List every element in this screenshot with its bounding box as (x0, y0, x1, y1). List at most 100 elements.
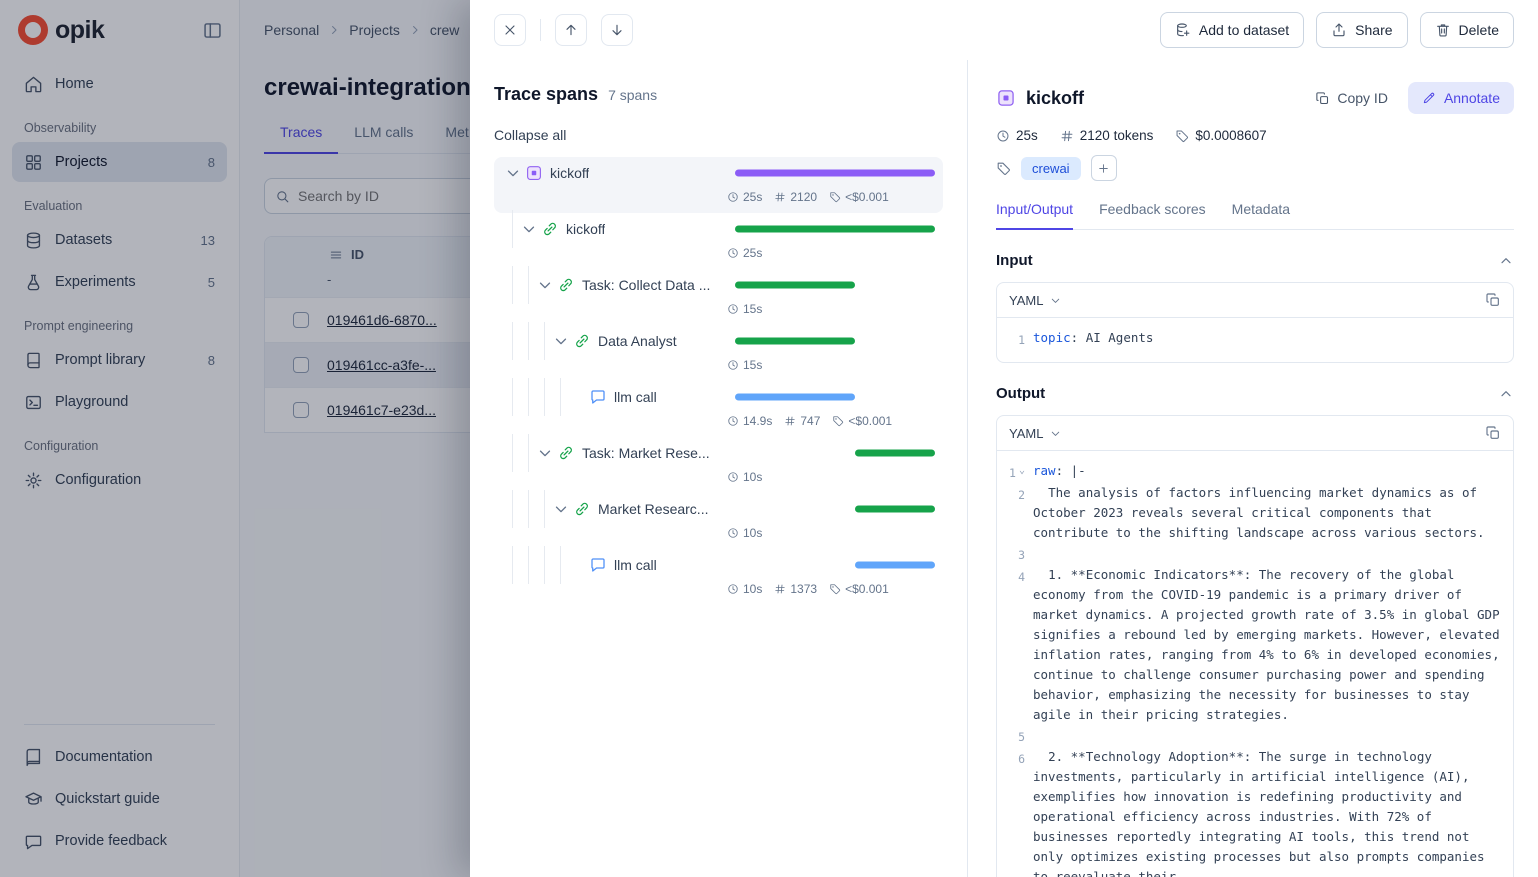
share-button[interactable]: Share (1316, 12, 1407, 48)
span-duration-bar (735, 338, 855, 345)
copy-input-icon[interactable] (1485, 292, 1501, 308)
clock-icon (727, 359, 739, 371)
arrow-up-icon (563, 22, 579, 38)
tag-chip[interactable]: crewai (1021, 157, 1081, 180)
span-label: kickoff (550, 165, 589, 181)
tag-icon (829, 583, 841, 595)
span-stats: 14.9s747<$0.001 (727, 411, 935, 437)
clock-icon (727, 415, 739, 427)
span-row-0[interactable]: kickoff25s2120<$0.001 (494, 157, 943, 213)
collapse-chevron-icon[interactable] (536, 444, 554, 462)
tag-icon (996, 161, 1011, 176)
delete-button[interactable]: Delete (1420, 12, 1514, 48)
tree-indent-guide (504, 276, 520, 294)
input-format-select[interactable]: YAML (1009, 293, 1062, 308)
collapse-chevron-icon[interactable] (504, 164, 522, 182)
fold-icon[interactable]: ⌄ (1019, 463, 1025, 483)
trace-cost: $0.0008607 (1175, 128, 1266, 143)
input-code: 1topic: AI Agents (997, 318, 1513, 362)
collapse-output-icon[interactable] (1498, 386, 1514, 402)
copy-output-icon[interactable] (1485, 425, 1501, 441)
tree-indent-guide (504, 388, 520, 406)
copy-id-label: Copy ID (1337, 90, 1388, 106)
tag-icon (832, 415, 844, 427)
span-row-3[interactable]: Data Analyst 15s (494, 325, 943, 381)
span-stats: 10s1373<$0.001 (727, 579, 935, 605)
span-chain-icon (557, 276, 575, 294)
trace-duration: 25s (996, 128, 1038, 143)
span-duration-track (735, 327, 935, 355)
code-line: 4 1. **Economic Indicators**: The recove… (1001, 565, 1501, 725)
collapse-chevron-icon[interactable] (552, 500, 570, 518)
line-number: 3 (1001, 543, 1033, 565)
span-label: llm call (614, 389, 657, 405)
span-row-left: llm call (504, 388, 723, 406)
code-text: topic: AI Agents (1033, 328, 1501, 350)
output-section-title: Output (996, 385, 1045, 402)
span-row-main: Task: Collect Data ... (504, 271, 935, 299)
span-duration: 10s (727, 582, 762, 596)
span-duration: 15s (727, 358, 762, 372)
collapse-input-icon[interactable] (1498, 253, 1514, 269)
detail-tab-input-output[interactable]: Input/Output (996, 201, 1073, 230)
add-tag-button[interactable] (1091, 155, 1117, 181)
code-line: 5 (1001, 725, 1501, 747)
panel-toolbar-right: Add to dataset Share Delete (1160, 12, 1514, 48)
copy-id-button[interactable]: Copy ID (1315, 90, 1388, 106)
next-trace-button[interactable] (601, 14, 633, 46)
input-format-label: YAML (1009, 293, 1043, 308)
collapse-chevron-icon[interactable] (520, 220, 538, 238)
span-row-left: kickoff (504, 220, 723, 238)
span-detail-title: kickoff (1026, 88, 1305, 109)
tree-indent-guide (536, 332, 552, 350)
close-icon (502, 22, 518, 38)
collapse-chevron-icon[interactable] (552, 332, 570, 350)
close-button[interactable] (494, 14, 526, 46)
detail-tab-metadata[interactable]: Metadata (1232, 201, 1290, 229)
span-tokens: 747 (784, 414, 820, 428)
trace-tokens-value: 2120 tokens (1080, 128, 1154, 143)
span-row-5[interactable]: Task: Market Rese...10s (494, 437, 943, 493)
span-row-1[interactable]: kickoff25s (494, 213, 943, 269)
code-text: The analysis of factors influencing mark… (1033, 483, 1501, 543)
collapse-all-button[interactable]: Collapse all (494, 127, 566, 143)
add-to-dataset-button[interactable]: Add to dataset (1160, 12, 1304, 48)
delete-label: Delete (1459, 22, 1499, 38)
detail-tab-feedback-scores[interactable]: Feedback scores (1099, 201, 1206, 229)
clock-icon (727, 583, 739, 595)
panel-toolbar-left (494, 14, 633, 46)
span-row-7[interactable]: llm call10s1373<$0.001 (494, 549, 943, 605)
span-stats: 10s (727, 523, 935, 549)
span-row-4[interactable]: llm call 14.9s747<$0.001 (494, 381, 943, 437)
tree-indent-guide (552, 388, 568, 406)
span-row-2[interactable]: Task: Collect Data ...15s (494, 269, 943, 325)
output-format-select[interactable]: YAML (1009, 426, 1062, 441)
span-duration-track (735, 159, 935, 187)
tree-indent-guide (552, 556, 568, 574)
pencil-icon (1422, 91, 1436, 105)
span-row-left: Market Researc... (504, 500, 723, 518)
span-tree: kickoff25s2120<$0.001kickoff25sTask: Col… (494, 157, 943, 605)
span-stats: 15s (727, 355, 935, 381)
span-row-6[interactable]: Market Researc...10s (494, 493, 943, 549)
span-chain-icon (541, 220, 559, 238)
span-tokens: 1373 (774, 582, 817, 596)
clock-icon (727, 191, 739, 203)
annotate-button[interactable]: Annotate (1408, 82, 1514, 114)
code-text: raw: |- (1033, 461, 1501, 483)
trace-spans-title: Trace spans (494, 84, 598, 105)
tree-indent-guide (520, 276, 536, 294)
span-row-main: Data Analyst (504, 327, 935, 355)
line-number: 6 (1001, 747, 1033, 877)
collapse-chevron-icon[interactable] (536, 276, 554, 294)
span-row-main: llm call (504, 383, 935, 411)
span-detail-column: kickoff Copy ID Annotate 25s (968, 60, 1538, 877)
share-label: Share (1355, 22, 1392, 38)
span-duration-track (735, 439, 935, 467)
tree-indent-guide (520, 500, 536, 518)
previous-trace-button[interactable] (555, 14, 587, 46)
price-tag-icon (1175, 129, 1189, 143)
input-section: Input YAML 1topic: AI Agents (996, 252, 1514, 363)
span-duration-bar (735, 282, 855, 289)
line-number: 1⌄ (1001, 461, 1033, 483)
